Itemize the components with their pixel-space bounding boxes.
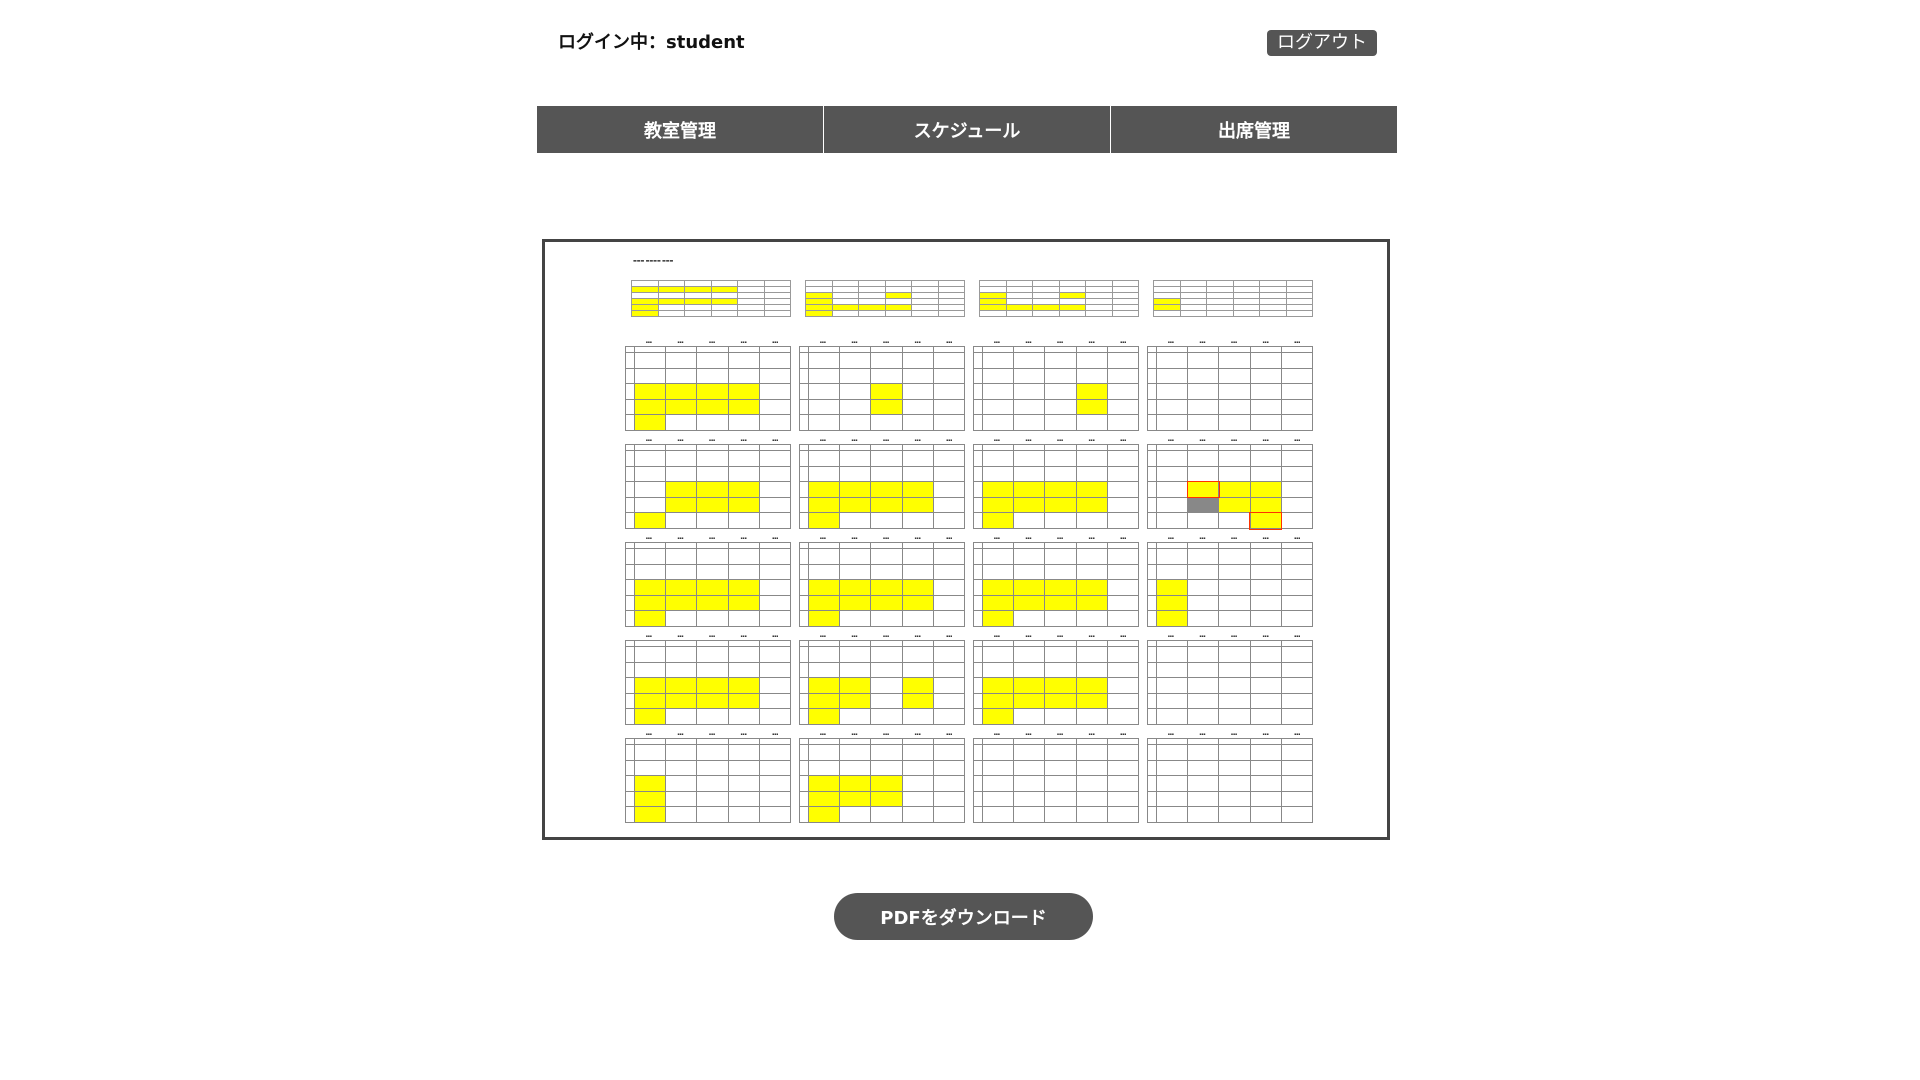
weekly-schedule-grid (1147, 444, 1314, 530)
week-date-header: ▪▪▪ ▪▪▪ ▪▪▪ ▪▪▪ ▪▪▪ (1167, 438, 1301, 442)
weekly-schedule-grid (799, 542, 966, 627)
page: ログイン中：student ログアウト 教室管理 スケジュール 出席管理 ▬▬▬… (0, 0, 1920, 1080)
weekly-schedule-grid (1147, 346, 1314, 431)
week-date-header: ▪▪▪ ▪▪▪ ▪▪▪ ▪▪▪ ▪▪▪ (645, 732, 779, 736)
logout-button[interactable]: ログアウト (1267, 30, 1377, 56)
weekly-schedule-grid (973, 444, 1140, 529)
week-date-header: ▪▪▪ ▪▪▪ ▪▪▪ ▪▪▪ ▪▪▪ (1167, 634, 1301, 638)
mini-month-calendar (979, 280, 1139, 317)
week-date-header: ▪▪▪ ▪▪▪ ▪▪▪ ▪▪▪ ▪▪▪ (819, 634, 953, 638)
week-date-header: ▪▪▪ ▪▪▪ ▪▪▪ ▪▪▪ ▪▪▪ (1167, 340, 1301, 344)
weekly-schedule-grid (1147, 542, 1314, 627)
weekly-schedule-grid (973, 738, 1140, 823)
week-date-header: ▪▪▪ ▪▪▪ ▪▪▪ ▪▪▪ ▪▪▪ (993, 634, 1127, 638)
weekly-schedule-grid (625, 640, 792, 725)
week-date-header: ▪▪▪ ▪▪▪ ▪▪▪ ▪▪▪ ▪▪▪ (645, 634, 779, 638)
nav-attendance-management[interactable]: 出席管理 (1111, 106, 1397, 153)
week-date-header: ▪▪▪ ▪▪▪ ▪▪▪ ▪▪▪ ▪▪▪ (819, 732, 953, 736)
week-date-header: ▪▪▪ ▪▪▪ ▪▪▪ ▪▪▪ ▪▪▪ (645, 340, 779, 344)
mini-month-calendar (631, 280, 791, 317)
weekly-schedule-grid (625, 542, 792, 627)
weekly-schedule-grid (973, 640, 1140, 725)
weekly-schedule-grid (799, 738, 966, 823)
document-title-illegible: ▬▬▬ ▬▬▬▬ ▬▬▬ (633, 258, 674, 263)
week-date-header: ▪▪▪ ▪▪▪ ▪▪▪ ▪▪▪ ▪▪▪ (645, 438, 779, 442)
week-date-header: ▪▪▪ ▪▪▪ ▪▪▪ ▪▪▪ ▪▪▪ (993, 732, 1127, 736)
weekly-schedule-grid (1147, 640, 1314, 725)
nav-schedule[interactable]: スケジュール (824, 106, 1111, 153)
weekly-schedule-grid (625, 738, 792, 823)
weekly-schedule-grid (973, 542, 1140, 627)
weekly-schedule-grid (625, 444, 792, 529)
week-date-header: ▪▪▪ ▪▪▪ ▪▪▪ ▪▪▪ ▪▪▪ (993, 340, 1127, 344)
weekly-schedule-grid (973, 346, 1140, 431)
pdf-download-button[interactable]: PDFをダウンロード (834, 893, 1093, 940)
nav-classroom-management[interactable]: 教室管理 (537, 106, 824, 153)
weekly-schedule-grid (799, 640, 966, 725)
weekly-schedule-grid (625, 346, 792, 431)
schedule-document-preview: ▬▬▬ ▬▬▬▬ ▬▬▬ ▪▪▪ ▪▪▪ ▪▪▪ ▪▪▪ ▪▪▪ ▪▪▪ ▪▪▪ ▪▪▪ ▪▪▪… (542, 239, 1390, 840)
login-status: ログイン中：student (558, 32, 745, 53)
week-date-header: ▪▪▪ ▪▪▪ ▪▪▪ ▪▪▪ ▪▪▪ (819, 536, 953, 540)
mini-month-calendar (805, 280, 965, 317)
week-date-header: ▪▪▪ ▪▪▪ ▪▪▪ ▪▪▪ ▪▪▪ (1167, 536, 1301, 540)
week-date-header: ▪▪▪ ▪▪▪ ▪▪▪ ▪▪▪ ▪▪▪ (645, 536, 779, 540)
week-date-header: ▪▪▪ ▪▪▪ ▪▪▪ ▪▪▪ ▪▪▪ (819, 340, 953, 344)
main-nav: 教室管理 スケジュール 出席管理 (537, 106, 1397, 153)
mini-month-calendar (1153, 280, 1313, 317)
week-date-header: ▪▪▪ ▪▪▪ ▪▪▪ ▪▪▪ ▪▪▪ (819, 438, 953, 442)
weekly-schedule-grid (799, 346, 966, 431)
weekly-schedule-grid (1147, 738, 1314, 823)
week-date-header: ▪▪▪ ▪▪▪ ▪▪▪ ▪▪▪ ▪▪▪ (993, 438, 1127, 442)
weekly-schedule-grid (799, 444, 966, 529)
week-date-header: ▪▪▪ ▪▪▪ ▪▪▪ ▪▪▪ ▪▪▪ (993, 536, 1127, 540)
week-date-header: ▪▪▪ ▪▪▪ ▪▪▪ ▪▪▪ ▪▪▪ (1167, 732, 1301, 736)
